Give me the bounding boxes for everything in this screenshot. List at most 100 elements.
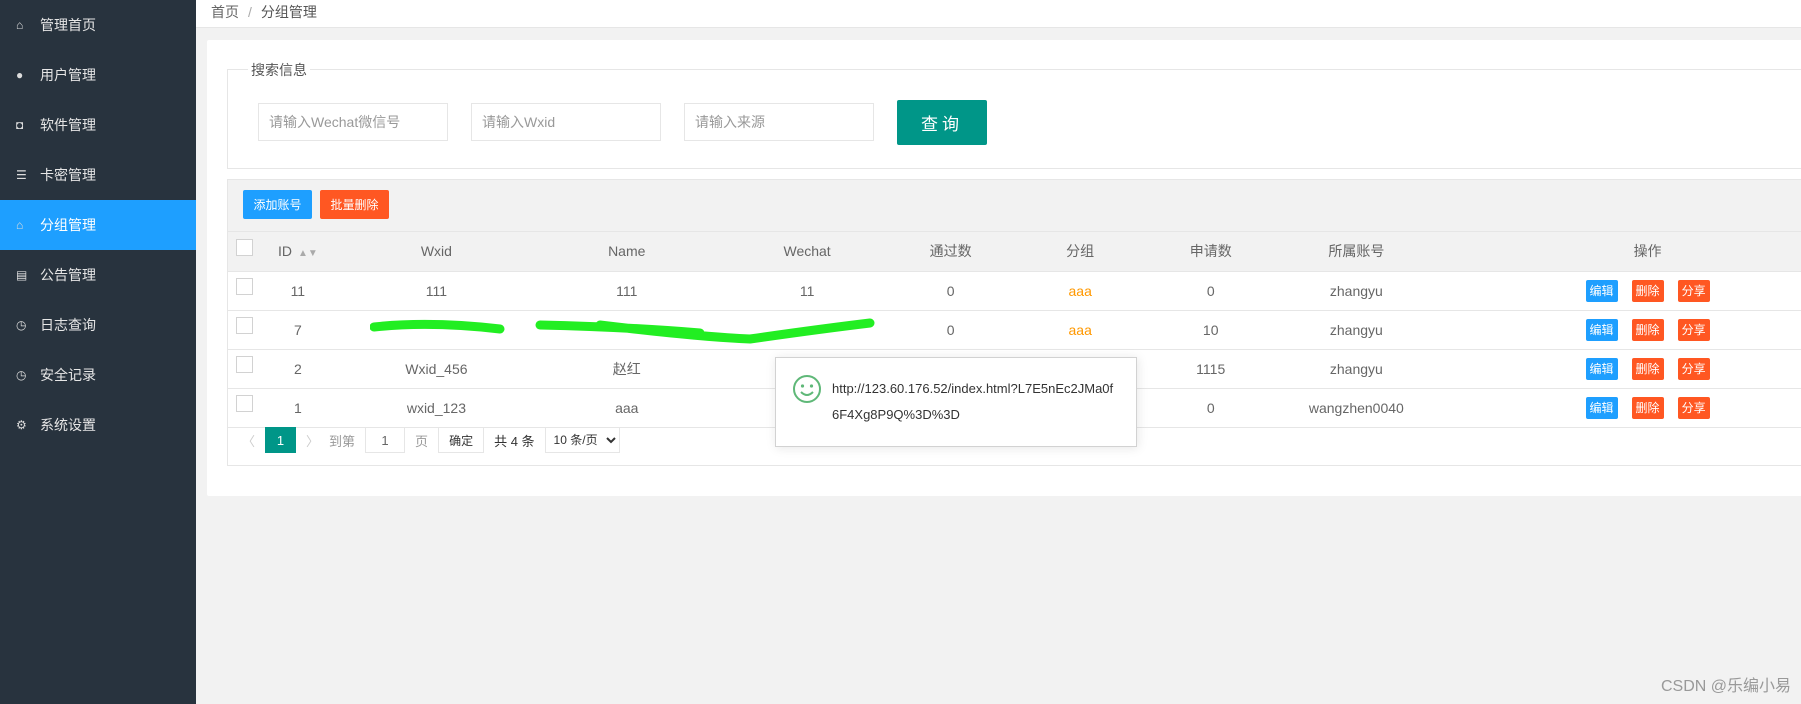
select-all-checkbox[interactable] xyxy=(228,232,261,272)
delete-button[interactable]: 删除 xyxy=(1631,318,1664,341)
sidebar-item-4[interactable]: ⌂ 分组管理 xyxy=(0,200,196,250)
share-button[interactable]: 分享 xyxy=(1677,279,1710,302)
cell-id: 1 xyxy=(260,388,335,428)
column-header: Wxid xyxy=(334,232,539,272)
cell-passed: 0 xyxy=(898,310,1003,350)
watermark: CSDN @乐编小易 xyxy=(1660,678,1791,695)
goto-label: 到第 xyxy=(329,433,356,449)
cell-wxid: Wxid_456 xyxy=(334,349,539,389)
cell-name: aaa xyxy=(538,388,716,428)
goto-page-input[interactable] xyxy=(365,427,406,453)
column-header: 申请数 xyxy=(1157,232,1264,272)
sidebar-item-label: 用户管理 xyxy=(40,67,96,83)
row-checkbox[interactable] xyxy=(228,388,261,428)
sort-icon[interactable]: ▲▼ xyxy=(298,248,318,259)
edit-button[interactable]: 编辑 xyxy=(1585,279,1618,302)
sidebar-item-6[interactable]: ◷ 日志查询 xyxy=(0,300,196,350)
document-icon: ▤ xyxy=(16,268,28,282)
cell-account: wangzhen0040 xyxy=(1263,388,1450,428)
cell-applied: 0 xyxy=(1157,271,1264,311)
column-header: Name xyxy=(538,232,716,272)
actions-cell: 编辑 删除 分享 xyxy=(1449,388,1801,428)
cell-applied: 1115 xyxy=(1157,349,1264,389)
cell-wechat: 11 xyxy=(715,271,899,311)
gears-icon: ⚙ xyxy=(16,418,27,432)
breadcrumb-home[interactable]: 首页 xyxy=(211,4,239,20)
wechat-search-input[interactable] xyxy=(258,103,448,141)
cell-account: zhangyu xyxy=(1263,310,1450,350)
sidebar-item-8[interactable]: ⚙ 系统设置 xyxy=(0,400,196,450)
smile-icon xyxy=(793,375,821,403)
row-checkbox[interactable] xyxy=(228,271,261,311)
cell-name: 111 xyxy=(538,271,716,311)
sidebar-item-7[interactable]: ◷ 安全记录 xyxy=(0,350,196,400)
column-header[interactable]: ID ▲▼ xyxy=(260,232,335,272)
cell-name: 赵红 xyxy=(538,349,716,389)
add-account-button[interactable]: 添加账号 xyxy=(243,190,312,219)
sidebar-item-label: 分组管理 xyxy=(40,217,96,233)
pagination: 〈 1 〉 到第 页 确定 共 4 条 10 条/页 xyxy=(242,427,620,453)
row-checkbox[interactable] xyxy=(228,310,261,350)
cell-id: 11 xyxy=(260,271,335,311)
cell-wxid xyxy=(334,310,539,350)
share-button[interactable]: 分享 xyxy=(1677,396,1710,419)
cell-wxid: wxid_123 xyxy=(334,388,539,428)
column-header: Wechat xyxy=(715,232,899,272)
edit-button[interactable]: 编辑 xyxy=(1585,396,1618,419)
sidebar-item-0[interactable]: ⌂ 管理首页 xyxy=(0,0,196,50)
share-link-popup: http://123.60.176.52/index.html?L7E5nEc2… xyxy=(775,357,1137,447)
actions-cell: 编辑 删除 分享 xyxy=(1449,271,1801,311)
sidebar-item-3[interactable]: ☰ 卡密管理 xyxy=(0,150,196,200)
prev-page-icon[interactable]: 〈 xyxy=(242,431,255,450)
cell-account: zhangyu xyxy=(1263,349,1450,389)
cell-name xyxy=(538,310,716,350)
table-row: 7 0 aaa 10 zhangyu 编辑 删除 分享 xyxy=(228,310,1801,350)
page-label: 页 xyxy=(415,433,429,449)
share-button[interactable]: 分享 xyxy=(1677,318,1710,341)
cell-applied: 10 xyxy=(1157,310,1264,350)
sidebar-item-1[interactable]: ● 用户管理 xyxy=(0,50,196,100)
share-button[interactable]: 分享 xyxy=(1677,357,1710,380)
column-header: 所属账号 xyxy=(1263,232,1450,272)
sidebar-item-2[interactable]: ◘ 软件管理 xyxy=(0,100,196,150)
batch-delete-button[interactable]: 批量删除 xyxy=(320,190,389,219)
source-search-input[interactable] xyxy=(684,103,874,141)
row-checkbox[interactable] xyxy=(228,349,261,389)
edit-button[interactable]: 编辑 xyxy=(1585,318,1618,341)
page-1[interactable]: 1 xyxy=(265,427,297,453)
shield-icon: ◘ xyxy=(16,118,24,132)
column-header: 通过数 xyxy=(898,232,1003,272)
cell-account: zhangyu xyxy=(1263,271,1450,311)
clock-icon: ◷ xyxy=(16,368,27,382)
cell-id: 7 xyxy=(260,310,335,350)
list-icon: ☰ xyxy=(16,168,27,182)
column-header: 分组 xyxy=(1002,232,1158,272)
sidebar: ⌂ 管理首页 ● 用户管理 ◘ 软件管理 ☰ 卡密管理 ⌂ 分组管理 ▤ 公告管理 ◷ 日志查询 ◷ 安全记录… xyxy=(0,0,196,704)
home-icon: ⌂ xyxy=(16,218,24,232)
delete-button[interactable]: 删除 xyxy=(1631,279,1664,302)
wxid-search-input[interactable] xyxy=(471,103,661,141)
cell-passed: 0 xyxy=(898,271,1003,311)
next-page-icon[interactable]: 〉 xyxy=(306,431,319,450)
actions-cell: 编辑 删除 分享 xyxy=(1449,310,1801,350)
delete-button[interactable]: 删除 xyxy=(1631,357,1664,380)
per-page-select[interactable]: 10 条/页 xyxy=(544,427,620,453)
sidebar-item-label: 软件管理 xyxy=(40,117,96,133)
cell-id: 2 xyxy=(260,349,335,389)
total-count: 共 4 条 xyxy=(494,433,535,449)
clock-icon: ◷ xyxy=(16,318,27,332)
delete-button[interactable]: 删除 xyxy=(1631,396,1664,419)
user-icon: ● xyxy=(16,68,24,82)
sidebar-item-5[interactable]: ▤ 公告管理 xyxy=(0,250,196,300)
column-header: 操作 xyxy=(1449,232,1801,272)
sidebar-item-label: 公告管理 xyxy=(40,267,96,283)
query-button[interactable]: 查询 xyxy=(897,100,987,145)
actions-cell: 编辑 删除 分享 xyxy=(1449,349,1801,389)
table-toolbar: 添加账号 批量删除 xyxy=(228,180,1801,232)
edit-button[interactable]: 编辑 xyxy=(1585,357,1618,380)
goto-confirm-button[interactable]: 确定 xyxy=(438,427,485,453)
sidebar-item-label: 管理首页 xyxy=(40,17,96,33)
cell-group: aaa xyxy=(1002,271,1158,311)
cell-wxid: 111 xyxy=(334,271,539,311)
cell-wechat xyxy=(715,310,899,350)
